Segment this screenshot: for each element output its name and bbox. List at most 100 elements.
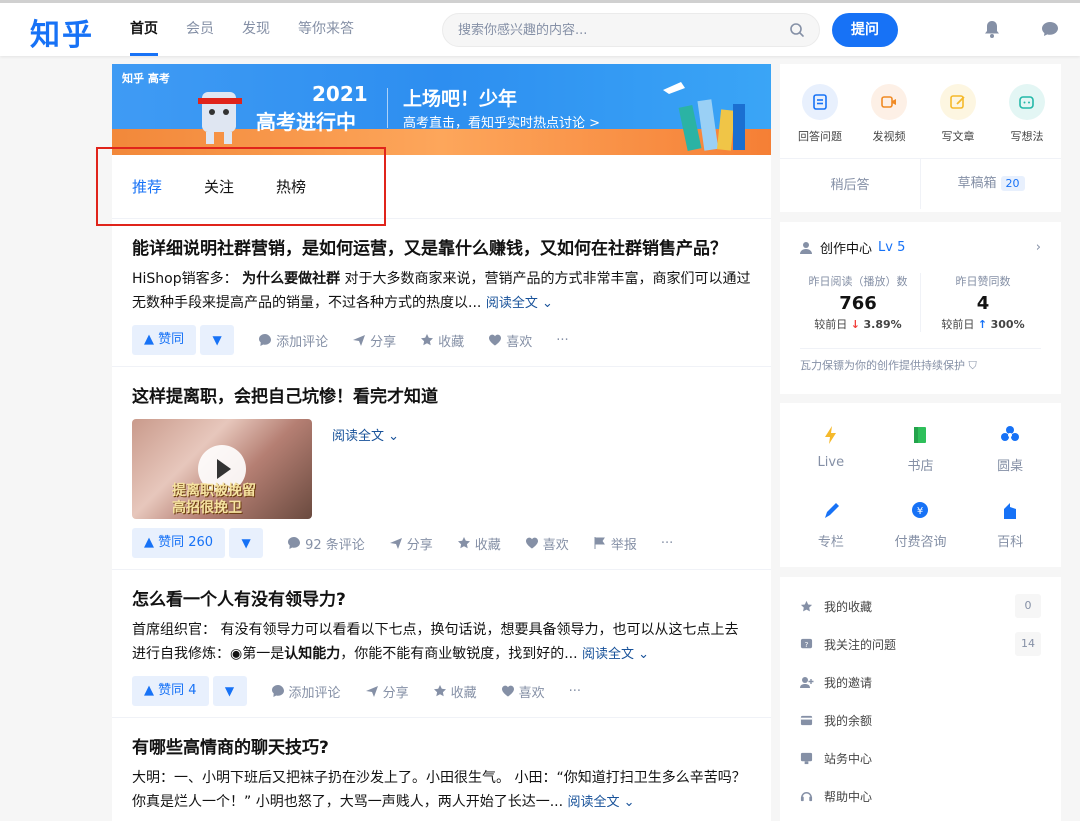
feed-title[interactable]: 怎么看一个人有没有领导力?: [132, 586, 751, 614]
share-button[interactable]: 分享: [352, 331, 396, 350]
site-icon: [800, 752, 816, 765]
more-button[interactable]: ···: [569, 684, 581, 699]
feed-excerpt[interactable]: 首席组织官： 有没有领导力可以看看以下七点，换句话说，想要具备领导力，也可以从这…: [132, 618, 751, 667]
main-nav: 首页 会员 发现 等你来答: [130, 3, 382, 56]
service-live[interactable]: Live: [786, 421, 876, 497]
nav-home[interactable]: 首页: [130, 3, 158, 56]
chevron-right-icon[interactable]: ›: [1036, 240, 1041, 255]
shield-icon: ⛉: [968, 359, 977, 372]
top-header: 知乎 首页 会员 发现 等你来答 提问: [0, 0, 1080, 56]
lightning-icon: [786, 421, 876, 449]
downvote-button[interactable]: ▼: [229, 528, 264, 558]
count-badge: 0: [1015, 594, 1041, 618]
action-bar: ▲ 赞同 ▼ 添加评论 分享 收藏 喜欢 ···: [132, 324, 751, 356]
answer-icon: [802, 84, 838, 120]
answer-question-action[interactable]: 回答问题: [792, 84, 848, 158]
books-illustration: [663, 82, 745, 151]
comment-button[interactable]: 92 条评论: [287, 534, 365, 553]
sidebar-item-invitations[interactable]: 我的邀请: [780, 663, 1061, 701]
excerpt-text: 大明：一、小明下班后又把袜子扔在沙发上了。小田很生气。 小田：“你知道打扫卫生多…: [132, 770, 746, 810]
sidebar-item-help[interactable]: 帮助中心: [780, 777, 1061, 815]
zhihu-logo[interactable]: 知乎: [30, 10, 94, 54]
collect-button[interactable]: 收藏: [457, 534, 501, 553]
more-button[interactable]: ···: [556, 333, 568, 348]
banner-subtitle[interactable]: 高考直击，看知乎实时热点讨论 >: [403, 112, 600, 131]
service-bookstore[interactable]: 书店: [876, 421, 966, 497]
search-input[interactable]: [443, 14, 763, 46]
share-icon: [389, 538, 402, 549]
share-button[interactable]: 分享: [365, 682, 409, 701]
heart-icon: [489, 334, 502, 346]
action-bar: ▲ 赞同 260 ▼ 92 条评论 分享 收藏 喜欢 举报 ···: [132, 527, 751, 559]
feed-excerpt[interactable]: HiShop销客多： 为什么要做社群 对于大多数商家来说，营销产品的方式非常丰富…: [132, 267, 751, 316]
drafts-count: 20: [1000, 175, 1025, 191]
protection-note[interactable]: 瓦力保镖为你的创作提供持续保护 ⛉: [800, 348, 1041, 373]
read-more-link[interactable]: 阅读全文 ⌄: [486, 296, 553, 311]
service-column[interactable]: 专栏: [786, 497, 876, 573]
creator-stats: 昨日阅读（播放）数 766 较前日 ↓ 3.89% 昨日赞同数 4 较前日 ↑ …: [780, 265, 1061, 332]
feed-title[interactable]: 能详细说明社群营销，是如何运营，又是靠什么赚钱，又如何在社群销售产品？: [132, 235, 751, 263]
sidebar-item-followed-questions[interactable]: ? 我关注的问题 14: [780, 625, 1061, 663]
read-more-link[interactable]: 阅读全文 ⌄: [568, 795, 635, 810]
messages-icon[interactable]: [1040, 19, 1060, 43]
collect-button[interactable]: 收藏: [433, 682, 477, 701]
sidebar-item-collections[interactable]: 我的收藏 0: [780, 587, 1061, 625]
feed-title[interactable]: 有哪些高情商的聊天技巧?: [132, 734, 751, 762]
video-thumbnail[interactable]: 提离职被挽留 高招很挽卫: [132, 419, 312, 519]
services-grid: Live 书店 圆桌 专栏 ¥ 付费咨询 百科: [780, 403, 1061, 573]
comment-button[interactable]: 添加评论: [271, 682, 341, 701]
like-button[interactable]: 喜欢: [488, 331, 532, 350]
write-article-action[interactable]: 写文章: [930, 84, 986, 158]
nav-discover[interactable]: 发现: [242, 3, 270, 56]
nav-vip[interactable]: 会员: [186, 3, 214, 56]
excerpt-bold: 认知能力: [284, 646, 341, 662]
notification-bell-icon[interactable]: [982, 19, 1002, 43]
star-icon: [800, 600, 816, 613]
share-icon: [365, 686, 378, 697]
gaokao-banner[interactable]: 知乎 高考 2021 高考进行中 上场吧！少年 高考直击，看知乎实时热点讨论 >: [112, 64, 771, 155]
feed-excerpt[interactable]: 大明：一、小明下班后又把袜子扔在沙发上了。小田很生气。 小田：“你知道打扫卫生多…: [132, 766, 751, 815]
reads-stat: 昨日阅读（播放）数 766 较前日 ↓ 3.89%: [796, 273, 920, 332]
downvote-button[interactable]: ▼: [200, 325, 235, 355]
like-button[interactable]: 喜欢: [501, 682, 545, 701]
upvote-button[interactable]: ▲ 赞同 4: [132, 676, 209, 706]
feed-item: 有哪些高情商的聊天技巧? 大明：一、小明下班后又把袜子扔在沙发上了。小田很生气。…: [112, 718, 771, 821]
video-icon: [871, 84, 907, 120]
upvote-button[interactable]: ▲ 赞同: [132, 325, 197, 355]
feed-title[interactable]: 这样提离职，会把自己坑惨！看完才知道: [132, 383, 751, 411]
ask-question-button[interactable]: 提问: [832, 13, 898, 47]
upvote-button[interactable]: ▲ 赞同 260: [132, 528, 226, 558]
more-button[interactable]: ···: [661, 536, 673, 551]
post-video-action[interactable]: 发视频: [861, 84, 917, 158]
mascot-illustration: [198, 92, 242, 144]
excerpt-text-2: ，你能不能有商业敏锐度，找到好的...: [340, 646, 578, 662]
excerpt-author: 首席组织官：: [132, 622, 216, 638]
sidebar-item-balance[interactable]: 我的余额: [780, 701, 1061, 739]
service-consult[interactable]: ¥ 付费咨询: [876, 497, 966, 573]
drafts-link[interactable]: 草稿箱 20: [920, 158, 1061, 209]
service-roundtable[interactable]: 圆桌: [965, 421, 1055, 497]
comment-button[interactable]: 添加评论: [258, 331, 328, 350]
banner-title: 上场吧！少年: [403, 88, 518, 110]
sidebar-item-site-service[interactable]: 站务中心: [780, 739, 1061, 777]
collect-button[interactable]: 收藏: [420, 331, 464, 350]
flag-icon: [594, 537, 605, 549]
comment-icon: [271, 685, 284, 697]
nav-waiting-answers[interactable]: 等你来答: [298, 3, 354, 56]
comment-icon: [259, 334, 272, 346]
answer-later-link[interactable]: 稍后答: [780, 174, 920, 193]
like-button[interactable]: 喜欢: [525, 534, 569, 553]
downvote-button[interactable]: ▼: [212, 676, 247, 706]
read-more-link[interactable]: 阅读全文 ⌄: [582, 647, 649, 662]
search-icon[interactable]: [789, 22, 805, 42]
star-icon: [457, 537, 470, 549]
draft-row: 稍后答 草稿箱 20: [780, 158, 1061, 209]
report-button[interactable]: 举报: [593, 534, 637, 553]
service-encyclopedia[interactable]: 百科: [965, 497, 1055, 573]
creator-center-header[interactable]: 创作中心 Lv 5 ›: [780, 222, 1061, 265]
read-more-link[interactable]: 阅读全文 ⌄: [332, 429, 399, 444]
action-bar: ▲ 赞同 4 ▼ 添加评论 分享 收藏 喜欢 ···: [132, 675, 751, 707]
feed-item: 能详细说明社群营销，是如何运营，又是靠什么赚钱，又如何在社群销售产品？ HiSh…: [112, 219, 771, 367]
share-button[interactable]: 分享: [389, 534, 433, 553]
write-thought-action[interactable]: 写想法: [999, 84, 1055, 158]
